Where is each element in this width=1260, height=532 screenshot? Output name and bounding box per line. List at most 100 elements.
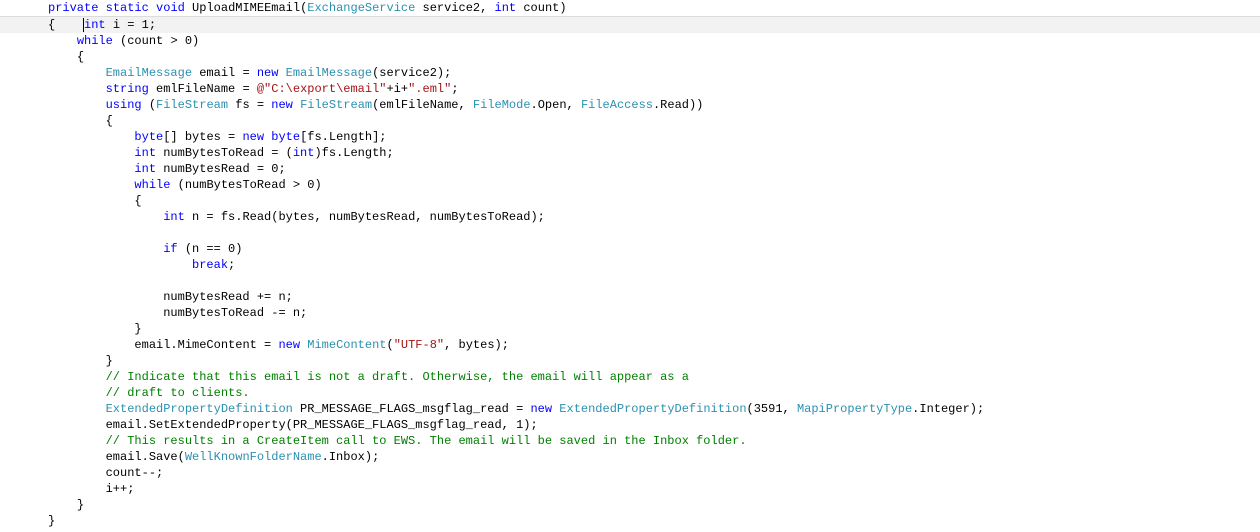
keyword: int xyxy=(134,162,156,176)
type: WellKnownFolderName xyxy=(185,450,322,464)
keyword: byte xyxy=(271,130,300,144)
keyword: int xyxy=(163,210,185,224)
identifier: count--; xyxy=(106,466,164,480)
keyword: static xyxy=(106,1,149,15)
brace: } xyxy=(134,322,141,336)
identifier: email.MimeContent = xyxy=(134,338,278,352)
comment: // This results in a CreateItem call to … xyxy=(106,434,747,448)
identifier: numBytesRead = 0; xyxy=(156,162,286,176)
identifier: ; xyxy=(228,258,235,272)
identifier: email = xyxy=(192,66,257,80)
type: MimeContent xyxy=(307,338,386,352)
keyword: new xyxy=(257,66,279,80)
code-line: int numBytesRead = 0; xyxy=(0,161,1260,177)
type: FileStream xyxy=(300,98,372,112)
identifier: , bytes); xyxy=(444,338,509,352)
type: FileStream xyxy=(156,98,228,112)
code-line: } xyxy=(0,353,1260,369)
identifier: +i+ xyxy=(386,82,408,96)
identifier: (service2); xyxy=(372,66,451,80)
keyword: int xyxy=(495,1,517,15)
identifier: .Integer); xyxy=(912,402,984,416)
identifier: (numBytesToRead > 0) xyxy=(170,178,321,192)
code-line: { xyxy=(0,49,1260,65)
identifier: (n == 0) xyxy=(178,242,243,256)
identifier: (3591, xyxy=(747,402,797,416)
code-line: numBytesToRead -= n; xyxy=(0,305,1260,321)
code-line: EmailMessage email = new EmailMessage(se… xyxy=(0,65,1260,81)
identifier: )fs.Length; xyxy=(314,146,393,160)
identifier: i++; xyxy=(106,482,135,496)
type: FileMode xyxy=(473,98,531,112)
keyword: new xyxy=(530,402,552,416)
identifier: count) xyxy=(516,1,566,15)
keyword: int xyxy=(84,18,106,32)
keyword: using xyxy=(106,98,142,112)
identifier: ; xyxy=(451,82,458,96)
code-line: email.SetExtendedProperty(PR_MESSAGE_FLA… xyxy=(0,417,1260,433)
brace: } xyxy=(106,354,113,368)
type: FileAccess xyxy=(581,98,653,112)
identifier: i = 1; xyxy=(106,18,156,32)
string: ".eml" xyxy=(408,82,451,96)
keyword: string xyxy=(106,82,149,96)
code-line: using (FileStream fs = new FileStream(em… xyxy=(0,97,1260,113)
identifier: email.Save( xyxy=(106,450,185,464)
code-line: { xyxy=(0,113,1260,129)
code-line: } xyxy=(0,513,1260,529)
keyword: int xyxy=(134,146,156,160)
type: ExtendedPropertyDefinition xyxy=(106,402,293,416)
code-line: // Indicate that this email is not a dra… xyxy=(0,369,1260,385)
identifier: emlFileName = xyxy=(149,82,257,96)
code-line: int numBytesToRead = (int)fs.Length; xyxy=(0,145,1260,161)
code-line: numBytesRead += n; xyxy=(0,289,1260,305)
code-line: i++; xyxy=(0,481,1260,497)
code-editor[interactable]: private static void UploadMIMEEmail(Exch… xyxy=(0,0,1260,532)
code-line: break; xyxy=(0,257,1260,273)
code-line: private static void UploadMIMEEmail(Exch… xyxy=(0,0,1260,16)
type: ExchangeService xyxy=(307,1,415,15)
code-line xyxy=(0,225,1260,241)
keyword: if xyxy=(163,242,177,256)
type: MapiPropertyType xyxy=(797,402,912,416)
code-line: string emlFileName = @"C:\export\email"+… xyxy=(0,81,1260,97)
code-line: { xyxy=(0,193,1260,209)
type: EmailMessage xyxy=(286,66,372,80)
keyword: void xyxy=(156,1,185,15)
brace: { xyxy=(48,18,84,32)
code-line: count--; xyxy=(0,465,1260,481)
identifier: service2, xyxy=(415,1,494,15)
identifier: UploadMIMEEmail( xyxy=(185,1,307,15)
code-line: if (n == 0) xyxy=(0,241,1260,257)
comment: // Indicate that this email is not a dra… xyxy=(106,370,697,384)
identifier: [fs.Length]; xyxy=(300,130,386,144)
code-line: while (count > 0) xyxy=(0,33,1260,49)
code-line: // This results in a CreateItem call to … xyxy=(0,433,1260,449)
keyword: new xyxy=(278,338,300,352)
type: EmailMessage xyxy=(106,66,192,80)
identifier: email.SetExtendedProperty(PR_MESSAGE_FLA… xyxy=(106,418,538,432)
brace: } xyxy=(48,514,55,528)
identifier: numBytesToRead -= n; xyxy=(163,306,307,320)
identifier: ( xyxy=(142,98,156,112)
identifier: PR_MESSAGE_FLAGS_msgflag_read = xyxy=(293,402,531,416)
code-line: while (numBytesToRead > 0) xyxy=(0,177,1260,193)
brace: } xyxy=(77,498,84,512)
brace: { xyxy=(77,50,84,64)
code-line: ExtendedPropertyDefinition PR_MESSAGE_FL… xyxy=(0,401,1260,417)
keyword: while xyxy=(77,34,113,48)
identifier: (count > 0) xyxy=(113,34,199,48)
code-line: // draft to clients. xyxy=(0,385,1260,401)
code-line: email.Save(WellKnownFolderName.Inbox); xyxy=(0,449,1260,465)
keyword: break xyxy=(192,258,228,272)
code-line-highlighted: { int i = 1; xyxy=(0,16,1260,33)
keyword: while xyxy=(134,178,170,192)
string: @"C:\export\email" xyxy=(257,82,387,96)
identifier: numBytesToRead = ( xyxy=(156,146,293,160)
keyword: new xyxy=(271,98,293,112)
brace: { xyxy=(106,114,113,128)
comment: // draft to clients. xyxy=(106,386,250,400)
code-line: email.MimeContent = new MimeContent("UTF… xyxy=(0,337,1260,353)
type: ExtendedPropertyDefinition xyxy=(559,402,746,416)
identifier: .Inbox); xyxy=(322,450,380,464)
